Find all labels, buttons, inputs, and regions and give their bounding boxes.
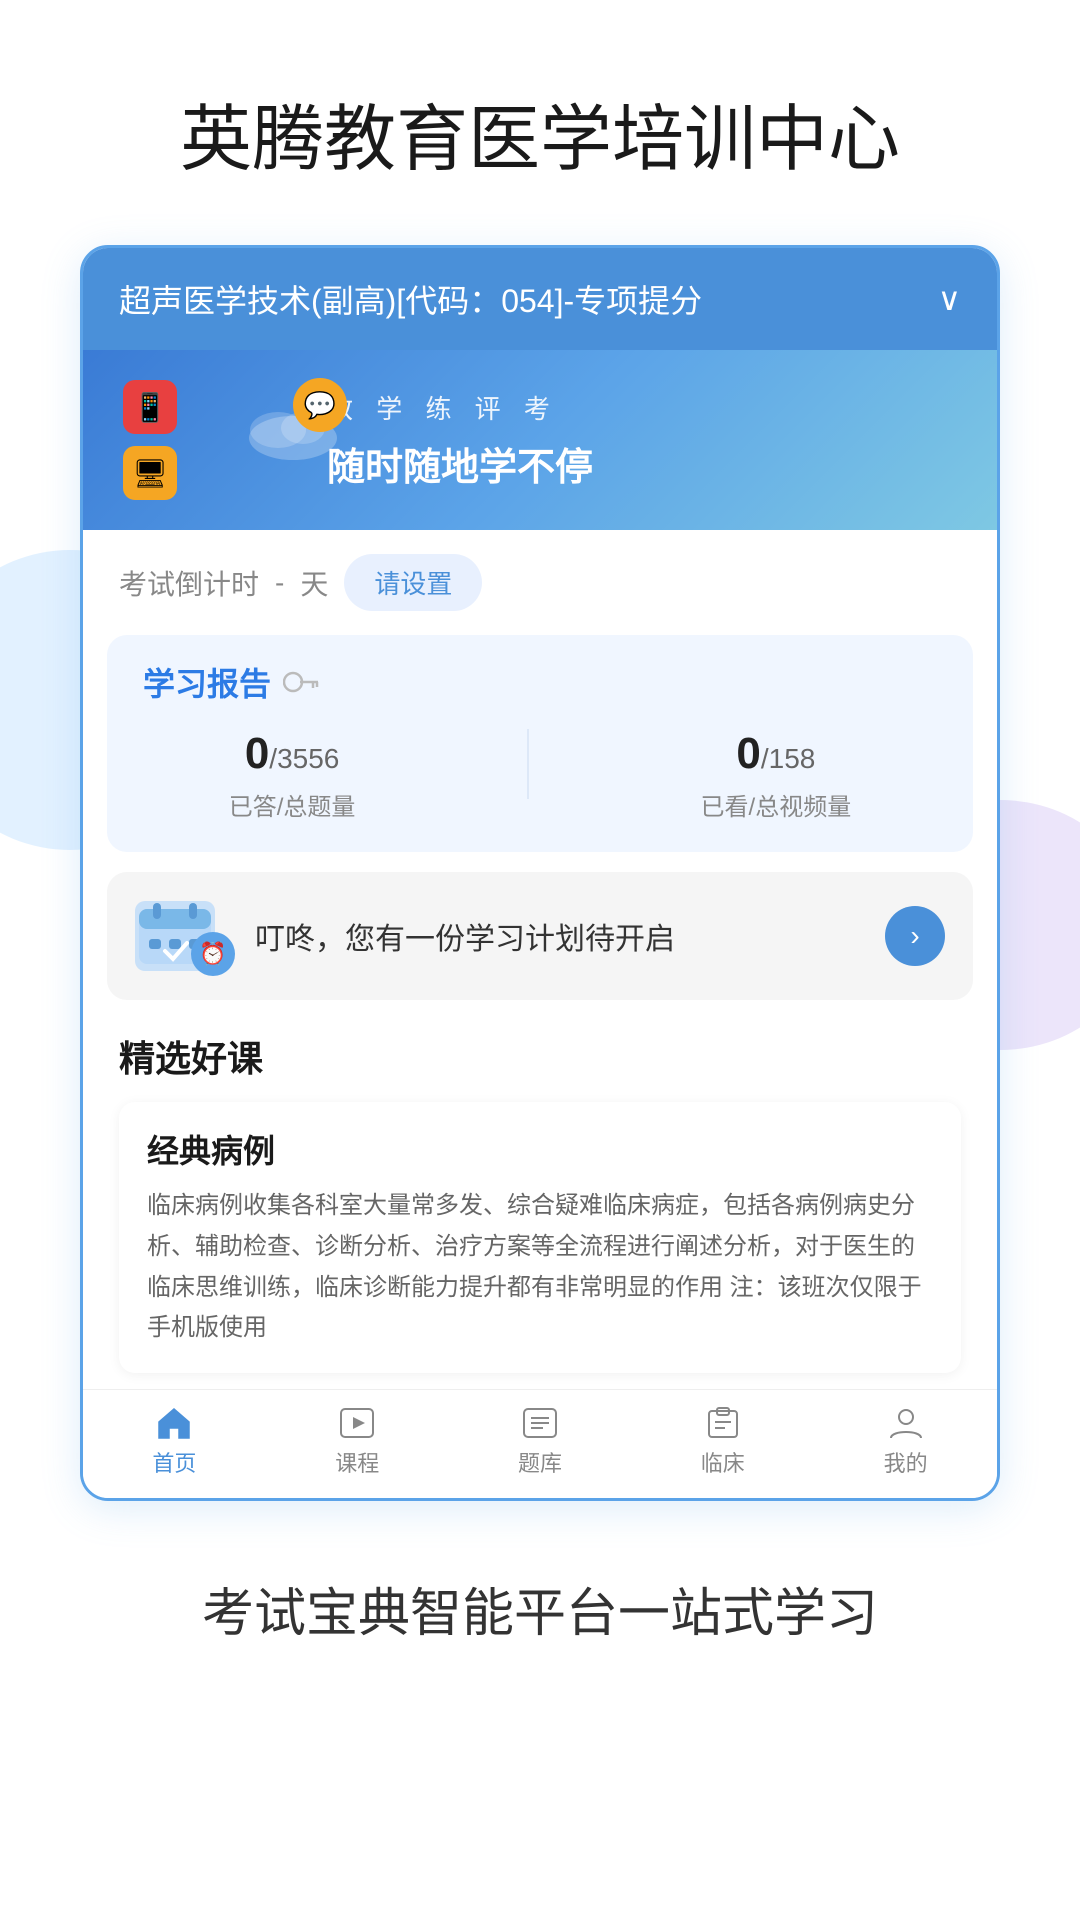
app-card: 超声医学技术(副高)[代码：054]-专项提分 ∨ 📱 🖥 💬 教 学 练 评 … — [80, 245, 1000, 1501]
tagline: 考试宝典智能平台一站式学习 — [0, 1501, 1080, 1726]
tablet-icon: 📱 — [123, 380, 177, 434]
chevron-down-icon: ∨ — [938, 280, 961, 318]
questions-answered-value: 0/3556 — [245, 729, 340, 779]
videos-watched-value: 0/158 — [736, 729, 815, 779]
set-countdown-button[interactable]: 请设置 — [344, 554, 482, 611]
nav-questions-label: 题库 — [518, 1446, 562, 1478]
nav-mine-label: 我的 — [884, 1446, 928, 1478]
courses-section: 精选好课 经典病例 临床病例收集各科室大量常多发、综合疑难临床病症，包括各病例病… — [83, 1020, 997, 1389]
countdown-label: 考试倒计时 — [119, 563, 259, 603]
card-banner: 📱 🖥 💬 教 学 练 评 考 随时随地学不停 — [83, 350, 997, 530]
banner-subtitle: 教 学 练 评 考 — [327, 389, 957, 426]
clock-icon: ⏰ — [191, 932, 235, 976]
videos-label: 已看/总视频量 — [701, 787, 852, 822]
questions-stat: 0/3556 已答/总题量 — [229, 729, 356, 822]
home-icon — [155, 1406, 193, 1440]
list-icon — [521, 1406, 559, 1440]
nav-courses-label: 课程 — [335, 1446, 379, 1478]
nav-home[interactable]: 首页 — [83, 1406, 266, 1478]
nav-clinical-label: 临床 — [701, 1446, 745, 1478]
course-name: 经典病例 — [147, 1126, 933, 1172]
questions-label: 已答/总题量 — [229, 787, 356, 822]
person-icon — [887, 1406, 925, 1440]
nav-courses[interactable]: 课程 — [266, 1406, 449, 1478]
study-plan-card[interactable]: ⏰ 叮咚，您有一份学习计划待开启 › — [107, 872, 973, 1000]
countdown-row: 考试倒计时 - 天 请设置 — [83, 530, 997, 635]
countdown-unit: 天 — [300, 563, 328, 603]
plan-icon: ⏰ — [135, 896, 235, 976]
banner-main-text: 随时随地学不停 — [327, 436, 957, 491]
play-icon — [338, 1406, 376, 1440]
plan-arrow-button[interactable]: › — [885, 906, 945, 966]
chat-bubble-icon: 💬 — [293, 378, 347, 432]
course-description: 临床病例收集各科室大量常多发、综合疑难临床病症，包括各病例病史分析、辅助检查、诊… — [147, 1186, 933, 1349]
banner-icons: 📱 🖥 — [123, 380, 177, 500]
nav-home-label: 首页 — [152, 1446, 196, 1478]
key-icon — [283, 667, 319, 697]
countdown-dash: - — [275, 567, 284, 599]
course-item[interactable]: 经典病例 临床病例收集各科室大量常多发、综合疑难临床病症，包括各病例病史分析、辅… — [119, 1102, 961, 1373]
card-header[interactable]: 超声医学技术(副高)[代码：054]-专项提分 ∨ — [83, 248, 997, 350]
nav-mine[interactable]: 我的 — [814, 1406, 997, 1478]
study-report-section: 学习报告 0/3556 已答/总题量 0/158 已看/总视频量 — [107, 635, 973, 852]
plan-text: 叮咚，您有一份学习计划待开启 — [255, 914, 865, 958]
videos-stat: 0/158 已看/总视频量 — [701, 729, 852, 822]
study-report-title: 学习报告 — [143, 659, 937, 705]
stats-divider — [527, 729, 529, 799]
monitor-icon: 🖥 — [123, 446, 177, 500]
courses-title: 精选好课 — [119, 1030, 961, 1082]
nav-clinical[interactable]: 临床 — [631, 1406, 814, 1478]
questions-total: /3556 — [269, 743, 339, 774]
page-title: 英腾教育医学培训中心 — [0, 0, 1080, 245]
banner-text: 教 学 练 评 考 随时随地学不停 — [327, 389, 957, 491]
nav-questions[interactable]: 题库 — [449, 1406, 632, 1478]
videos-total: /158 — [761, 743, 816, 774]
clipboard-icon — [704, 1406, 742, 1440]
stats-row: 0/3556 已答/总题量 0/158 已看/总视频量 — [143, 729, 937, 822]
card-header-title: 超声医学技术(副高)[代码：054]-专项提分 — [119, 276, 922, 322]
report-title-text: 学习报告 — [143, 659, 271, 705]
bottom-nav: 首页 课程 题库 临床 — [83, 1389, 997, 1498]
